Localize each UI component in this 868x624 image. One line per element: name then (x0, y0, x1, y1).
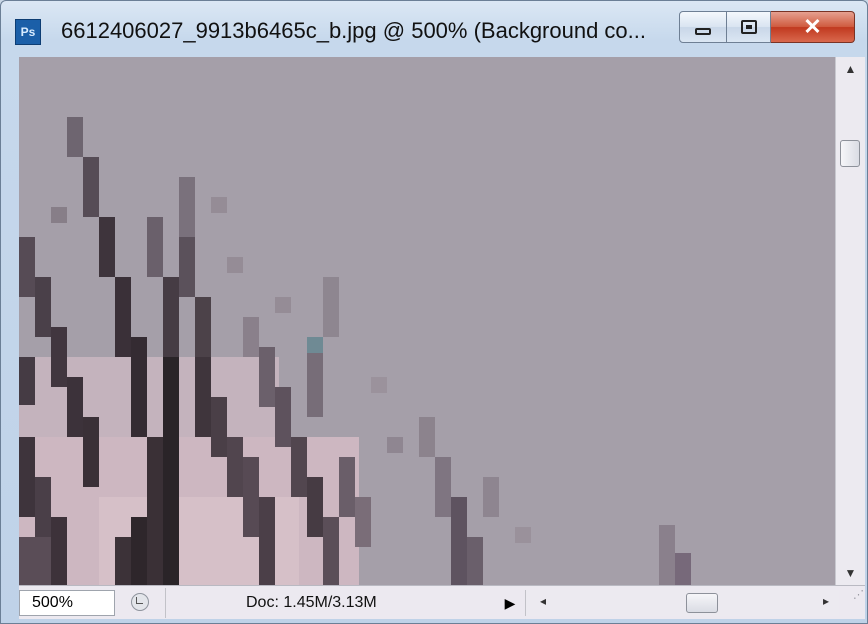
status-bar: 500% Doc: 1.45M/3.13M ▶ ◂ ▸ ⋰ (19, 585, 865, 619)
window-title: 6612406027_9913b6465c_b.jpg @ 500% (Back… (61, 18, 647, 43)
scroll-right-arrow-icon[interactable]: ▸ (823, 594, 829, 608)
scroll-up-arrow-icon[interactable]: ▲ (836, 57, 865, 81)
zoom-level-field[interactable]: 500% (19, 590, 115, 616)
status-menu-arrow-icon[interactable]: ▶ (501, 594, 519, 612)
doc-size-info: Doc: 1.45M/3.13M (246, 594, 377, 611)
title-bar[interactable]: Ps 6612406027_9913b6465c_b.jpg @ 500% (B… (1, 1, 867, 57)
close-button[interactable]: ✕ (771, 11, 855, 43)
maximize-icon (740, 20, 757, 34)
minimize-button[interactable] (679, 11, 727, 43)
status-divider (165, 588, 166, 618)
window-controls: ✕ (679, 11, 855, 45)
vertical-scrollbar[interactable]: ▲ ▼ (835, 57, 865, 585)
horizontal-scroll-thumb[interactable] (686, 593, 718, 613)
resize-grip-icon[interactable]: ⋰ (845, 590, 865, 614)
zoom-reset-icon[interactable] (131, 593, 149, 611)
maximize-button[interactable] (727, 11, 771, 43)
image-canvas[interactable] (19, 57, 835, 585)
photoshop-icon: Ps (15, 19, 41, 45)
scroll-left-arrow-icon[interactable]: ◂ (540, 594, 546, 608)
scroll-down-arrow-icon[interactable]: ▼ (836, 561, 865, 585)
vertical-scroll-thumb[interactable] (840, 140, 860, 167)
pixelated-tree-image (19, 57, 835, 585)
close-icon: ✕ (803, 14, 822, 39)
document-window: Ps 6612406027_9913b6465c_b.jpg @ 500% (B… (0, 0, 868, 624)
horizontal-scrollbar[interactable]: ◂ ▸ (525, 590, 839, 616)
minimize-icon (695, 27, 711, 35)
